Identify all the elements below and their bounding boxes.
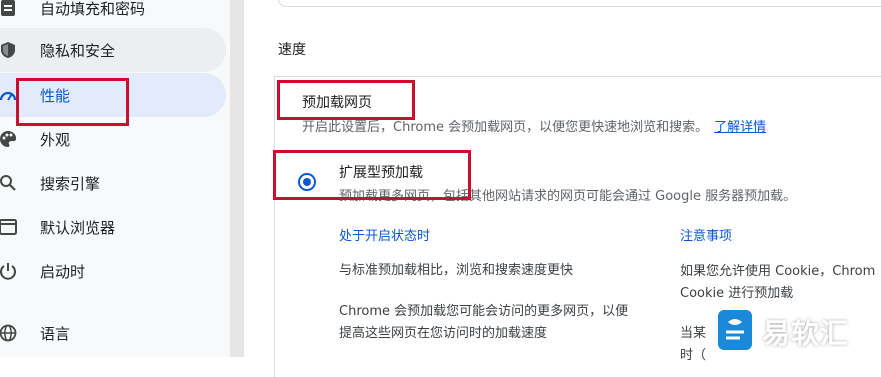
considerations-heading: 注意事项 bbox=[680, 229, 733, 244]
watermark-text: 易软汇 bbox=[762, 317, 850, 350]
preload-description-text: 开启此设置后，Chrome 会预加载网页，以便您更快速地浏览和搜索。 bbox=[302, 120, 709, 135]
watermark-badge-icon bbox=[718, 310, 752, 350]
when-on-point-2-line-2: 提高这些网页在您访问时的加载速度 bbox=[339, 326, 548, 341]
highlight-box-extended bbox=[273, 150, 471, 200]
main-content: 速度 预加载网页 开启此设置后，Chrome 会预加载网页，以便您更快速地浏览和… bbox=[244, 0, 881, 377]
browser-icon bbox=[0, 217, 18, 237]
sidebar-item-label: 语言 bbox=[40, 324, 71, 343]
considerations-point-2-line-2: 时（ bbox=[680, 348, 707, 363]
sidebar-item-search-engine[interactable]: 搜索引擎 bbox=[0, 161, 226, 205]
sidebar: 自动填充和密码 隐私和安全 性能 外观 搜索引擎 默认浏览器 启动时 语言 bbox=[0, 0, 230, 357]
when-on-heading: 处于开启状态时 bbox=[339, 229, 431, 244]
when-on-point-2-line-1: Chrome 会预加载您可能会访问的更多网页，以便 bbox=[339, 304, 629, 319]
globe-icon bbox=[0, 323, 18, 343]
sidebar-item-label: 隐私和安全 bbox=[40, 41, 116, 60]
sidebar-item-default-browser[interactable]: 默认浏览器 bbox=[0, 205, 226, 249]
sidebar-item-autofill[interactable]: 自动填充和密码 bbox=[0, 0, 226, 30]
sidebar-item-label: 外观 bbox=[40, 130, 71, 149]
shield-icon bbox=[0, 40, 18, 60]
watermark-logo: 易软汇 bbox=[718, 306, 878, 354]
previous-section-card bbox=[278, 0, 881, 7]
palette-icon bbox=[0, 129, 18, 149]
considerations-point-2-line-1: 当某 bbox=[680, 326, 707, 341]
sidebar-divider bbox=[230, 0, 244, 357]
section-title-speed: 速度 bbox=[278, 42, 306, 58]
clipboard-icon bbox=[0, 0, 18, 18]
considerations-point-1-line-2: Cookie 进行预加载 bbox=[680, 286, 794, 301]
search-icon bbox=[0, 173, 18, 193]
sidebar-item-label: 搜索引擎 bbox=[40, 174, 101, 193]
sidebar-item-label: 自动填充和密码 bbox=[40, 0, 146, 18]
learn-more-link[interactable]: 了解详情 bbox=[714, 120, 766, 135]
considerations-point-1-line-1: 如果您允许使用 Cookie，Chrom bbox=[680, 264, 876, 279]
power-icon bbox=[0, 261, 18, 281]
sidebar-item-label: 启动时 bbox=[40, 262, 86, 281]
when-on-point-1: 与标准预加载相比，浏览和搜索速度更快 bbox=[339, 263, 574, 278]
sidebar-item-languages[interactable]: 语言 bbox=[0, 311, 226, 355]
highlight-box-performance bbox=[16, 78, 129, 126]
sidebar-item-label: 默认浏览器 bbox=[40, 218, 116, 237]
sidebar-item-on-startup[interactable]: 启动时 bbox=[0, 249, 226, 293]
sidebar-item-privacy[interactable]: 隐私和安全 bbox=[0, 28, 226, 72]
highlight-box-preload bbox=[277, 80, 415, 120]
